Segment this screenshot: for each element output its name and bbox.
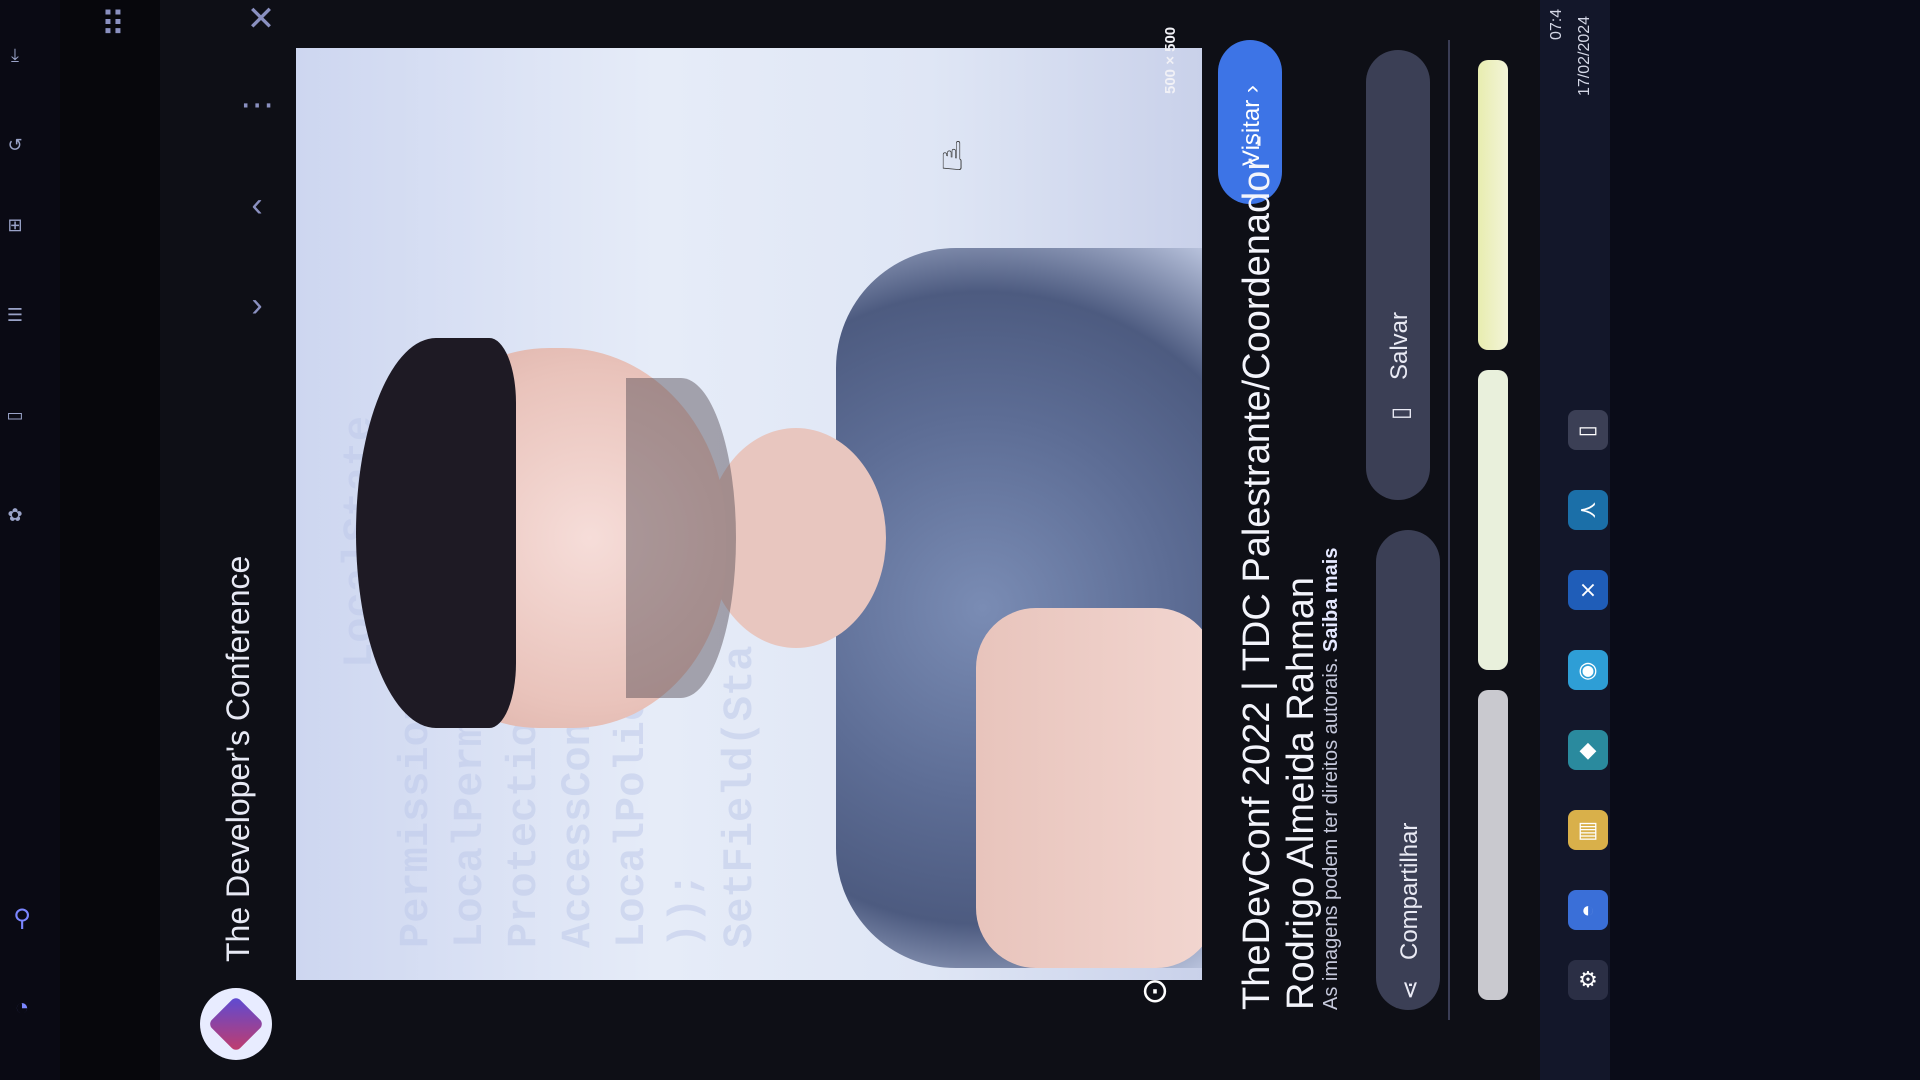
minimize-icon[interactable]: ⤓ [0, 40, 30, 70]
clock-date[interactable]: 17/02/2024 [1576, 16, 1594, 96]
result-title[interactable]: TheDevConf 2022 | TDC Palestrante/Coorde… [1236, 135, 1279, 1010]
history-icon[interactable]: ↺ [0, 130, 30, 160]
profile-icon[interactable]: ◔ [4, 990, 40, 1026]
vscode-icon[interactable]: ⨯ [1568, 570, 1608, 610]
background-code-text: Protection [500, 695, 548, 948]
save-button[interactable]: Salvar ▯ [1366, 50, 1430, 500]
background-code-text: )); [662, 872, 710, 948]
chevron-down-icon[interactable]: › [232, 280, 282, 330]
result-title-continued[interactable]: Rodrigo Almeida Rahman [1280, 577, 1323, 1010]
save-button-label: Salvar [1386, 311, 1413, 380]
person-hair [356, 338, 516, 728]
store-app-icon[interactable]: ◆ [1568, 730, 1608, 770]
hand-cursor-icon: ☝ [940, 135, 965, 179]
search-icon[interactable]: ⚲ [4, 900, 40, 936]
related-image-thumbnail[interactable] [1478, 370, 1508, 670]
bookmark-icon: ▯ [1387, 406, 1414, 420]
more-options-icon[interactable]: ⋯ [232, 80, 282, 130]
share-button-label: Compartilhar [1396, 822, 1423, 960]
share-button[interactable]: Compartilhar ⋖ [1376, 530, 1440, 1010]
related-image-thumbnail[interactable] [1478, 690, 1508, 1000]
logo-cube-icon [207, 995, 265, 1053]
clock-time[interactable]: 07:4 [1548, 9, 1566, 40]
related-image-thumbnail[interactable] [1478, 60, 1508, 350]
edge-icon[interactable]: ◉ [1568, 650, 1608, 690]
background-code-text: SetField(Sta [716, 645, 764, 948]
preview-image[interactable]: LocalState Permissions LocalState LocalP… [296, 48, 1202, 980]
flutter-icon[interactable]: ≺ [1568, 490, 1608, 530]
share-icon: ⋖ [1397, 979, 1424, 1000]
google-lens-icon[interactable]: ⊙ [1130, 966, 1180, 1016]
extensions-icon[interactable]: ✿ [0, 500, 30, 530]
copyright-notice-text: As imagens podem ter direitos autorais. [1320, 657, 1342, 1010]
learn-more-link[interactable]: Saiba mais [1320, 548, 1342, 653]
settings-icon[interactable]: ⚙ [1568, 960, 1608, 1000]
close-icon[interactable]: ✕ [236, 0, 286, 44]
terminal-icon[interactable]: ▭ [1568, 410, 1608, 450]
copyright-notice: As imagens podem ter direitos autorais. … [1320, 548, 1343, 1010]
chevron-up-icon[interactable]: ‹ [232, 180, 282, 230]
person-arms [976, 608, 1202, 968]
collections-icon[interactable]: ▭ [0, 400, 30, 430]
source-logo[interactable] [200, 988, 272, 1060]
apps-grid-icon[interactable]: ⠿ [88, 0, 138, 50]
source-name[interactable]: The Developer's Conference [220, 556, 257, 962]
list-icon[interactable]: ☰ [0, 300, 30, 330]
file-explorer-icon[interactable]: ▤ [1568, 810, 1608, 850]
side-toolbar: ⚲ ◔ ⤓ ↺ ⊞ ☰ ▭ ✿ [0, 0, 60, 1080]
divider [1448, 40, 1450, 1020]
browser-app-icon[interactable]: ◐ [1568, 890, 1608, 930]
person-beard [626, 378, 736, 698]
image-size-label: 500 × 500 [1162, 26, 1179, 94]
add-tab-icon[interactable]: ⊞ [0, 210, 30, 240]
